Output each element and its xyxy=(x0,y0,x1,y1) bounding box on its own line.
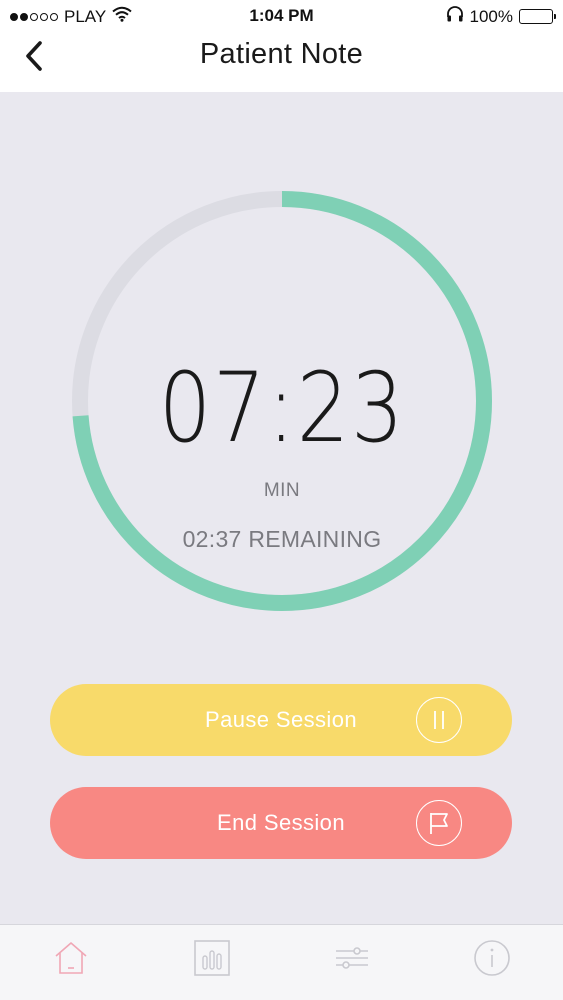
navigation-bar: Patient Note xyxy=(0,32,563,92)
info-icon xyxy=(474,940,510,976)
remaining-time: 02:37 REMAINING xyxy=(182,526,382,552)
pause-session-label: Pause Session xyxy=(205,707,357,732)
home-icon xyxy=(55,942,87,974)
bar-chart-icon xyxy=(194,940,230,976)
battery-percent: 100% xyxy=(469,6,513,26)
end-session-label: End Session xyxy=(217,810,345,835)
tab-bar xyxy=(0,924,563,1000)
tab-info[interactable] xyxy=(469,935,515,981)
tab-home[interactable] xyxy=(48,935,94,981)
status-bar: PLAY 1:04 PM 100% xyxy=(0,0,563,32)
page-title: Patient Note xyxy=(199,38,364,70)
tab-stats[interactable] xyxy=(189,935,235,981)
time-unit: MIN xyxy=(263,480,301,501)
pause-session-button[interactable]: Pause Session xyxy=(50,684,512,756)
headphones-icon xyxy=(446,5,464,28)
pause-icon xyxy=(416,697,462,743)
flag-icon xyxy=(416,800,462,846)
elapsed-time: 07:23 xyxy=(158,352,406,464)
session-timer: 07:23 MIN 02:37 REMAINING xyxy=(62,182,502,622)
sliders-icon xyxy=(336,947,368,969)
end-session-button[interactable]: End Session xyxy=(50,787,512,859)
tab-settings[interactable] xyxy=(329,935,375,981)
battery-icon xyxy=(519,9,556,24)
status-right: 100% xyxy=(446,5,556,28)
